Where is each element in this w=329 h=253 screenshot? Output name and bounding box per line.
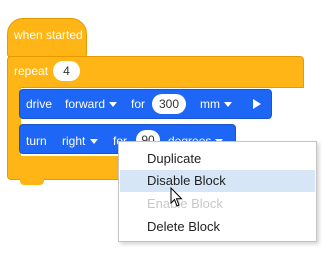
chevron-down-icon <box>109 102 117 107</box>
chevron-down-icon <box>90 139 98 144</box>
repeat-count-input[interactable]: 4 <box>53 61 80 81</box>
repeat-block-bottom[interactable] <box>7 156 122 180</box>
context-menu: Duplicate Disable Block Enable Block Del… <box>118 141 317 242</box>
menu-item-disable-block[interactable]: Disable Block <box>120 170 315 192</box>
mouse-cursor-icon <box>170 187 183 207</box>
repeat-block[interactable] <box>7 56 304 88</box>
repeat-label: repeat <box>14 64 49 78</box>
turn-label: turn <box>26 134 47 148</box>
drive-unit-dropdown[interactable]: mm <box>200 97 220 111</box>
drive-direction-dropdown[interactable]: forward <box>65 97 105 111</box>
menu-item-delete-block[interactable]: Delete Block <box>120 216 315 238</box>
menu-item-enable-block: Enable Block <box>147 196 223 211</box>
when-started-label: when started <box>14 28 83 42</box>
play-icon[interactable] <box>253 99 261 109</box>
drive-label: drive <box>26 97 53 111</box>
chevron-down-icon <box>224 102 232 107</box>
drive-distance-input[interactable]: 300 <box>152 94 186 114</box>
drive-for-label: for <box>131 97 146 111</box>
drive-block[interactable]: drive forward for 300 mm <box>19 89 272 119</box>
repeat-block-connector <box>20 179 44 185</box>
turn-direction-dropdown[interactable]: right <box>62 134 85 148</box>
menu-item-duplicate[interactable]: Duplicate <box>120 148 315 170</box>
